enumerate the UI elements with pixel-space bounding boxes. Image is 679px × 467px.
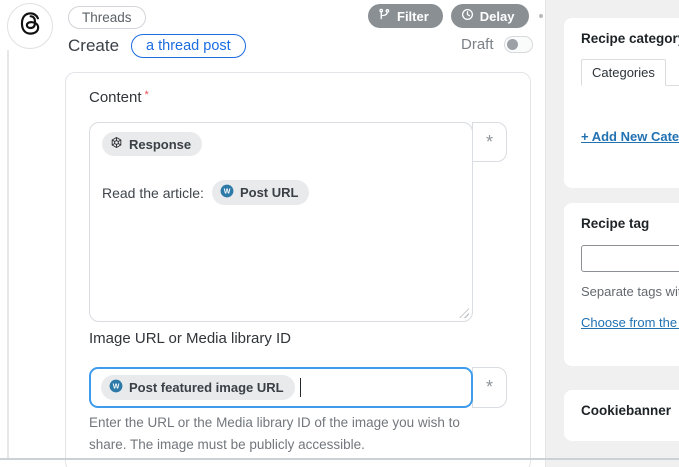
wordpress-icon: W [109,379,123,396]
content-text: Read the article: [102,185,204,201]
filter-icon [378,8,391,24]
recipe-category-panel: Recipe category Categories Most Used + A… [564,18,679,188]
content-textarea[interactable]: Response Read the article: W Post URL [89,122,473,322]
image-field-label: Image URL or Media library ID [89,330,291,348]
toggle-knob [507,39,518,50]
action-title-button[interactable]: a thread post [131,34,246,58]
post-url-token[interactable]: W Post URL [212,180,310,205]
recipe-tag-title: Recipe tag [581,216,679,231]
tag-input[interactable] [581,245,679,272]
svg-text:W: W [113,384,120,391]
wordpress-icon: W [220,184,234,201]
featured-image-token-label: Post featured image URL [129,380,284,395]
category-list[interactable] [581,86,679,128]
draft-control: Draft [461,36,533,53]
threads-icon [17,10,44,42]
clock-icon [461,8,474,24]
featured-image-token[interactable]: W Post featured image URL [101,375,295,400]
tab-categories[interactable]: Categories [581,59,666,86]
delay-button[interactable]: Delay [451,4,529,28]
response-token-label: Response [129,137,191,152]
image-url-input[interactable]: W Post featured image URL [89,367,473,408]
threads-integration-logo [7,3,53,49]
wp-sidebar: Recipe category Categories Most Used + A… [545,0,679,467]
integration-name-badge: Threads [68,6,146,29]
choose-most-used-link[interactable]: Choose from the most used tags [581,315,679,330]
textarea-resize-handle[interactable] [459,308,469,318]
action-toolbar: Filter Delay [368,4,561,28]
add-new-category-link[interactable]: + Add New Category [581,129,679,144]
filter-button[interactable]: Filter [368,4,443,28]
window-bottom-edge [0,458,679,460]
image-field-help: Enter the URL or the Media library ID of… [89,412,489,455]
draft-label: Draft [461,36,494,53]
content-field-label: Content* [89,89,149,107]
response-token[interactable]: Response [102,132,202,156]
automator-action-editor: Threads Filter Delay Create a thread pos… [0,0,679,467]
action-prefix-label: Create [68,36,119,56]
required-mark: * [145,89,149,101]
cookiebanner-panel: Cookiebanner [564,390,679,441]
action-settings-card: Content* Response Read the article: [65,72,531,467]
content-token-picker-button[interactable]: * [472,122,507,162]
text-caret [300,378,302,397]
action-sentence: Create a thread post [68,34,246,58]
tab-most-used[interactable]: Most Used [670,60,679,85]
svg-text:W: W [224,189,231,196]
timeline-connector [7,50,9,460]
cookiebanner-title: Cookiebanner [581,403,679,418]
openai-icon [110,136,123,152]
image-token-picker-button[interactable]: * [472,367,507,408]
draft-toggle[interactable] [504,36,533,53]
filter-button-label: Filter [397,9,429,24]
tag-hint-text: Separate tags with commas [581,284,679,299]
recipe-tag-panel: Recipe tag Separate tags with commas Cho… [564,203,679,366]
category-tabs: Categories Most Used [581,59,679,86]
recipe-category-title: Recipe category [581,31,679,46]
delay-button-label: Delay [480,9,515,24]
post-url-token-label: Post URL [240,185,299,200]
